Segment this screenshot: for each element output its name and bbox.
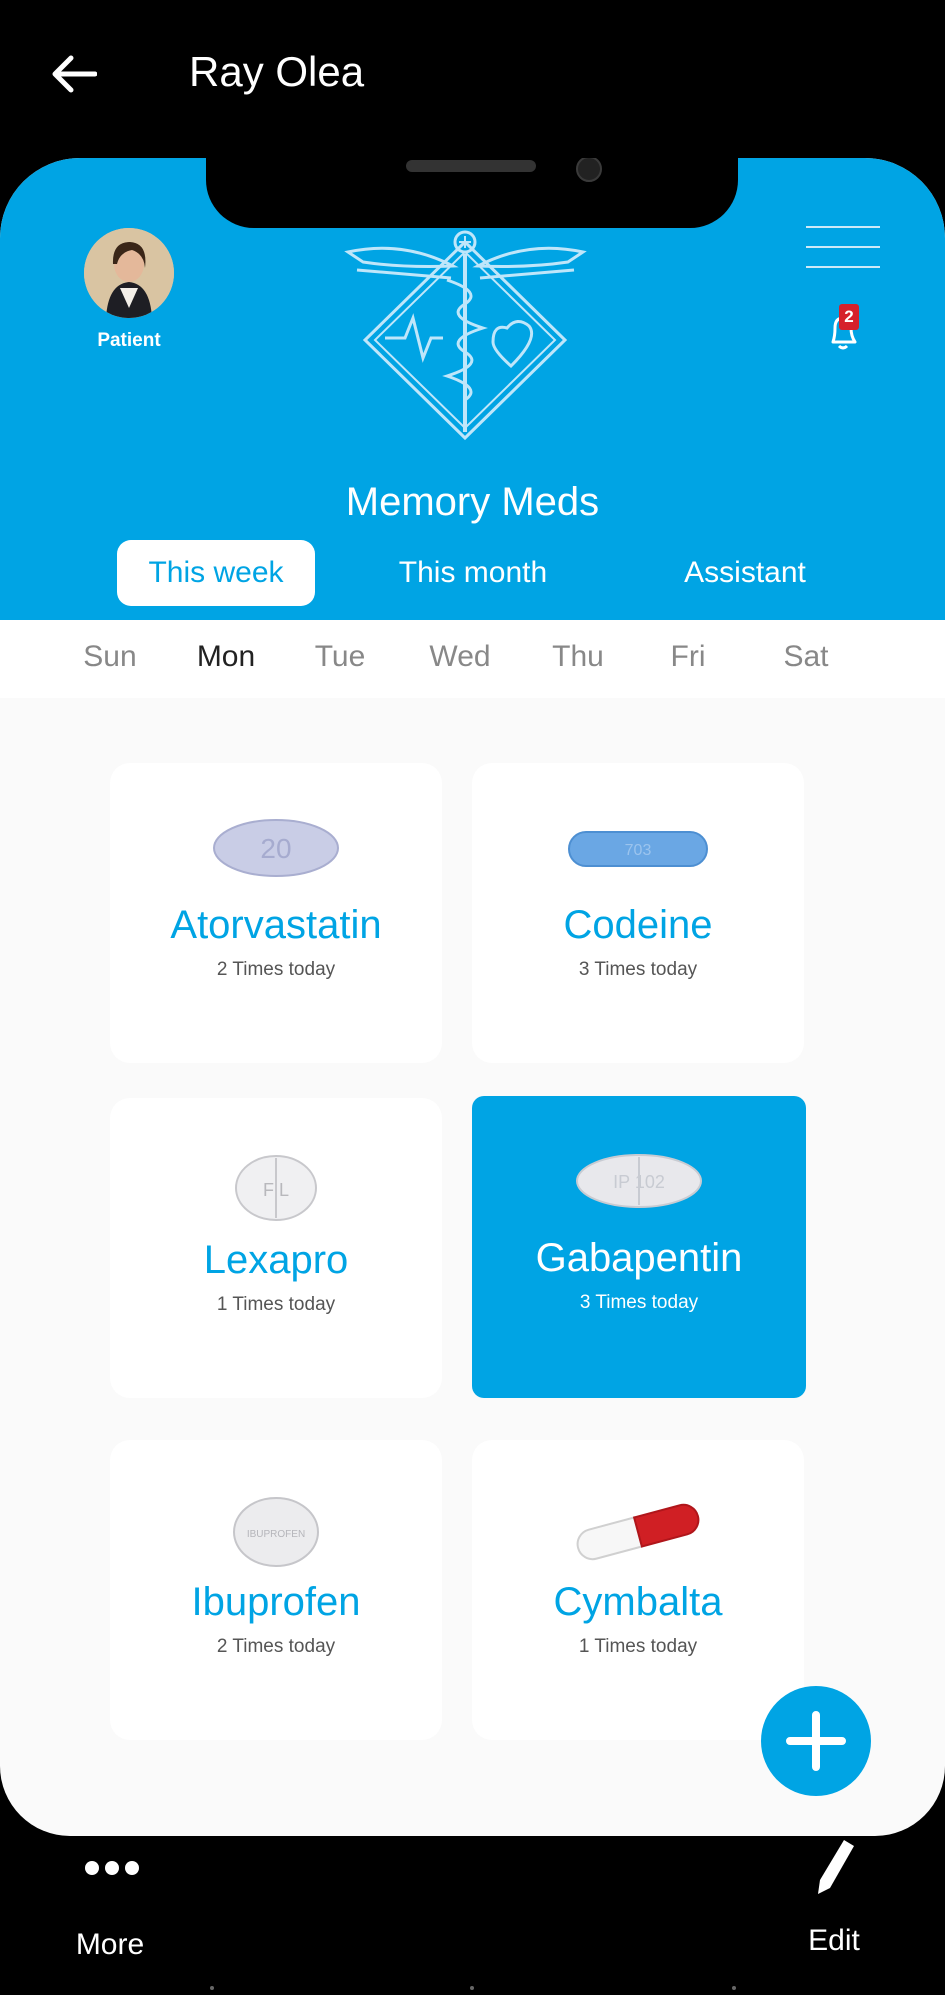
med-name: Cymbalta <box>553 1580 723 1624</box>
tab-assistant[interactable]: Assistant <box>650 540 840 606</box>
med-name: Lexapro <box>203 1238 349 1282</box>
camera-icon <box>576 158 602 182</box>
day-wed[interactable]: Wed <box>410 640 510 674</box>
bottom-action-bar: More Edit <box>0 1836 945 1995</box>
med-times: 2 Times today <box>216 1636 336 1657</box>
avatar-image <box>84 228 174 318</box>
capsule-pill-icon <box>472 1495 804 1569</box>
nav-indicator-dot <box>210 1986 214 1990</box>
plus-icon <box>786 1711 846 1771</box>
edit-label: Edit <box>808 1924 860 1957</box>
med-name: Ibuprofen <box>191 1580 361 1624</box>
med-name: Atorvastatin <box>170 903 382 947</box>
caduceus-logo-icon <box>343 220 588 460</box>
med-name: Codeine <box>563 903 713 947</box>
page-title: Ray Olea <box>189 48 365 95</box>
edit-button[interactable]: Edit <box>774 1836 894 1991</box>
day-mon[interactable]: Mon <box>176 640 276 674</box>
hamburger-menu-icon[interactable] <box>806 226 880 274</box>
med-card-gabapentin[interactable]: IP 102 Gabapentin 3 Times today <box>472 1096 806 1398</box>
arrow-left-icon <box>52 55 97 93</box>
med-times: 3 Times today <box>579 1292 699 1313</box>
app-header: Patient 2 Memory Meds This week This mon… <box>0 158 945 620</box>
nav-indicator-dot <box>732 1986 736 1990</box>
more-dots-icon <box>85 1861 139 1875</box>
day-sun[interactable]: Sun <box>60 640 160 674</box>
add-medication-button[interactable] <box>761 1686 871 1796</box>
med-times: 1 Times today <box>216 1294 336 1315</box>
phone-mockup: Patient 2 Memory Meds This week This mon… <box>0 158 945 1836</box>
round-pill-icon: F L <box>110 1153 442 1223</box>
round-pill-icon: IBUPROFEN <box>110 1495 442 1569</box>
more-label: More <box>75 1928 145 1961</box>
day-sat[interactable]: Sat <box>756 640 856 674</box>
med-card-cymbalta[interactable]: Cymbalta 1 Times today <box>472 1440 804 1740</box>
oval-pill-icon: 20 <box>110 818 442 878</box>
med-times: 2 Times today <box>216 959 336 980</box>
oval-pill-icon: IP 102 <box>472 1151 806 1211</box>
app-brand-title: Memory Meds <box>345 480 600 524</box>
med-card-ibuprofen[interactable]: IBUPROFEN Ibuprofen 2 Times today <box>110 1440 442 1740</box>
svg-text:20: 20 <box>260 833 291 864</box>
top-app-bar: Ray Olea <box>0 0 945 150</box>
med-name: Gabapentin <box>535 1236 743 1280</box>
tab-this-week[interactable]: This week <box>117 540 315 606</box>
med-times: 3 Times today <box>578 959 698 980</box>
back-button[interactable] <box>44 44 104 104</box>
svg-text:F L: F L <box>263 1180 289 1200</box>
notifications-button[interactable]: 2 <box>825 304 865 352</box>
pencil-icon <box>818 1840 854 1894</box>
med-card-codeine[interactable]: 703 Codeine 3 Times today <box>472 763 804 1063</box>
patient-label: Patient <box>97 330 161 351</box>
svg-text:IP 102: IP 102 <box>613 1172 665 1192</box>
svg-text:703: 703 <box>625 842 652 859</box>
notification-badge: 2 <box>839 304 859 330</box>
phone-notch <box>206 158 738 228</box>
med-card-lexapro[interactable]: F L Lexapro 1 Times today <box>110 1098 442 1398</box>
patient-avatar[interactable] <box>84 228 174 318</box>
svg-text:IBUPROFEN: IBUPROFEN <box>247 1529 305 1540</box>
med-times: 1 Times today <box>578 1636 698 1657</box>
day-tue[interactable]: Tue <box>290 640 390 674</box>
day-thu[interactable]: Thu <box>528 640 628 674</box>
day-fri[interactable]: Fri <box>638 640 738 674</box>
tab-this-month[interactable]: This month <box>373 540 573 606</box>
more-button[interactable]: More <box>50 1840 170 1990</box>
weekday-selector: Sun Mon Tue Wed Thu Fri Sat <box>0 620 945 698</box>
capsule-pill-icon: 703 <box>472 818 804 878</box>
speaker-grille <box>406 160 536 172</box>
med-card-atorvastatin[interactable]: 20 Atorvastatin 2 Times today <box>110 763 442 1063</box>
nav-indicator-dot <box>470 1986 474 1990</box>
